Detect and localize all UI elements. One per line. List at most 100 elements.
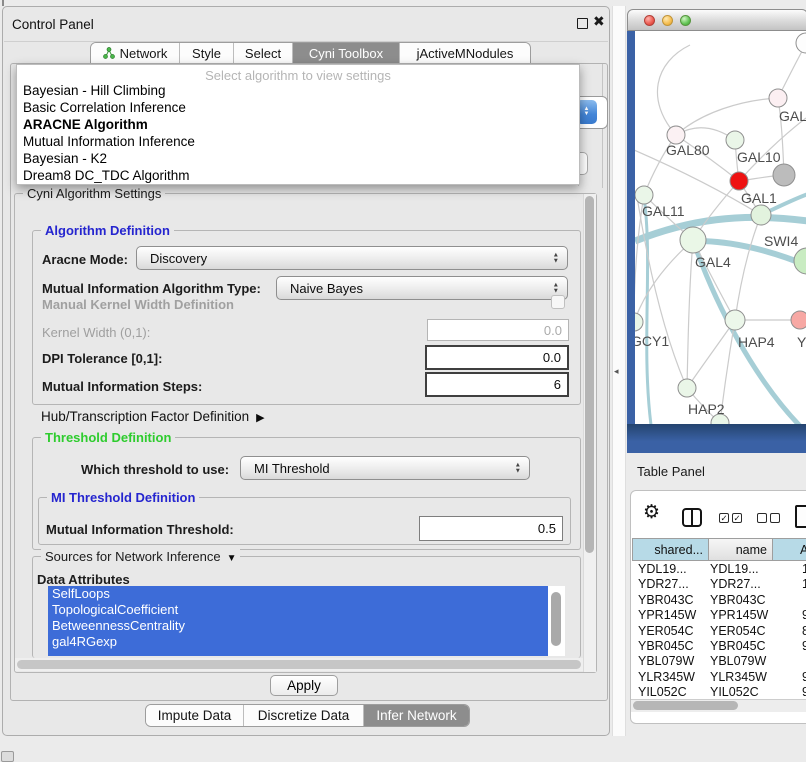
table-cell[interactable]: YLR345W bbox=[707, 670, 785, 685]
table-row[interactable]: YPR145WYPR145W9. bbox=[632, 608, 806, 623]
tab-network[interactable]: Network bbox=[91, 43, 179, 63]
attribute-item-betweennesscentrality[interactable]: BetweennessCentrality bbox=[48, 618, 548, 634]
network-edge[interactable] bbox=[687, 240, 693, 388]
table-cell[interactable]: 9. bbox=[785, 608, 806, 623]
settings-hscrollbar-thumb[interactable] bbox=[17, 660, 581, 669]
zoom-window-icon[interactable] bbox=[680, 15, 691, 26]
network-edge[interactable] bbox=[636, 190, 687, 388]
unselect-all-checks-icon[interactable] bbox=[757, 513, 780, 523]
aracne-mode-select[interactable]: Discovery ▲▼ bbox=[136, 246, 568, 270]
table-row[interactable]: YLR345WYLR345W9. bbox=[632, 670, 806, 685]
divider-grip-icon[interactable]: ◂ bbox=[614, 366, 619, 377]
table-hscrollbar-thumb[interactable] bbox=[633, 701, 738, 710]
network-node[interactable] bbox=[726, 131, 744, 149]
table-cell[interactable] bbox=[785, 654, 802, 669]
network-node[interactable] bbox=[680, 227, 706, 253]
attribute-item-topologicalcoefficient[interactable]: TopologicalCoefficient bbox=[48, 602, 548, 618]
column-header-name[interactable]: name bbox=[709, 538, 773, 561]
settings-scrollbar-thumb[interactable] bbox=[585, 196, 594, 553]
mi-type-select[interactable]: Naive Bayes ▲▼ bbox=[276, 276, 568, 300]
minimize-window-icon[interactable] bbox=[662, 15, 673, 26]
network-edge[interactable] bbox=[693, 240, 735, 320]
table-cell[interactable]: YDR27... bbox=[632, 577, 707, 592]
network-node[interactable] bbox=[635, 313, 643, 331]
table-row[interactable]: YER054CYER054C8. bbox=[632, 624, 806, 639]
tab-cyni-toolbox[interactable]: Cyni Toolbox bbox=[292, 43, 399, 63]
algorithm-option-dream8-dc-tdc-algorithm[interactable]: Dream8 DC_TDC Algorithm bbox=[17, 167, 579, 184]
corner-button[interactable] bbox=[1, 751, 14, 762]
tab-impute-data[interactable]: Impute Data bbox=[146, 705, 243, 726]
table-cell[interactable]: 8. bbox=[785, 624, 806, 639]
which-threshold-select[interactable]: MI Threshold ▲▼ bbox=[240, 456, 530, 480]
table-cell[interactable]: 9. bbox=[785, 670, 806, 685]
float-panel-icon[interactable] bbox=[577, 18, 588, 29]
tab-style[interactable]: Style bbox=[179, 43, 233, 63]
dpi-tolerance-field[interactable]: 0.0 bbox=[425, 345, 569, 370]
select-all-checks-icon[interactable]: ✓ ✓ bbox=[719, 513, 742, 523]
table-cell[interactable]: YBR043C bbox=[707, 593, 785, 608]
network-edge[interactable] bbox=[687, 320, 735, 388]
close-window-icon[interactable] bbox=[644, 15, 655, 26]
algorithm-option-mutual-information-inference[interactable]: Mutual Information Inference bbox=[17, 133, 579, 150]
document-icon[interactable] bbox=[795, 505, 806, 528]
table-cell[interactable]: 12 bbox=[785, 577, 806, 592]
tab-jactivemnodules[interactable]: jActiveMNodules bbox=[399, 43, 530, 63]
table-cell[interactable]: 13 bbox=[785, 562, 806, 577]
network-node[interactable] bbox=[791, 311, 806, 329]
network-edge[interactable] bbox=[735, 215, 761, 320]
network-window-titlebar[interactable] bbox=[627, 9, 806, 31]
algorithm-option-basic-correlation-inference[interactable]: Basic Correlation Inference bbox=[17, 99, 579, 116]
network-node[interactable] bbox=[730, 172, 748, 190]
table-row[interactable]: YDL19...YDL19...13 bbox=[632, 562, 806, 577]
mi-steps-field[interactable]: 6 bbox=[425, 372, 569, 397]
table-cell[interactable]: YER054C bbox=[707, 624, 785, 639]
algorithm-option-bayesian-hill-climbing[interactable]: Bayesian - Hill Climbing bbox=[17, 82, 579, 99]
table-row[interactable]: YBR045CYBR045C9. bbox=[632, 639, 806, 654]
table-cell[interactable]: 9. bbox=[785, 639, 806, 654]
network-node[interactable] bbox=[769, 89, 787, 107]
manual-kernel-checkbox[interactable] bbox=[551, 295, 565, 309]
table-cell[interactable] bbox=[785, 593, 802, 608]
column-header-a[interactable]: A bbox=[773, 538, 806, 561]
split-columns-icon[interactable] bbox=[682, 508, 702, 527]
network-node[interactable] bbox=[751, 205, 771, 225]
table-row[interactable]: YBL079WYBL079W bbox=[632, 654, 806, 669]
network-node[interactable] bbox=[678, 379, 696, 397]
list-scrollbar-thumb[interactable] bbox=[551, 592, 561, 646]
table-cell[interactable]: YBL079W bbox=[632, 654, 707, 669]
hub-definition-expander[interactable]: Hub/Transcription Factor Definition▶ bbox=[41, 409, 265, 424]
network-node[interactable] bbox=[725, 310, 745, 330]
algorithm-option-bayesian-k2[interactable]: Bayesian - K2 bbox=[17, 150, 579, 167]
algorithm-option-aracne-algorithm[interactable]: ARACNE Algorithm bbox=[17, 116, 579, 133]
table-cell[interactable]: YPR145W bbox=[632, 608, 707, 623]
close-panel-icon[interactable]: ✖ bbox=[593, 13, 605, 30]
tab-discretize-data[interactable]: Discretize Data bbox=[243, 705, 363, 726]
table-row[interactable]: YBR043CYBR043C bbox=[632, 593, 806, 608]
apply-button[interactable]: Apply bbox=[270, 675, 338, 696]
table-cell[interactable]: YDL19... bbox=[707, 562, 785, 577]
network-node[interactable] bbox=[635, 186, 653, 204]
network-node[interactable] bbox=[796, 33, 806, 53]
network-node[interactable] bbox=[794, 248, 806, 274]
table-cell[interactable]: YDL19... bbox=[632, 562, 707, 577]
table-cell[interactable]: YDR27... bbox=[707, 577, 785, 592]
network-canvas[interactable]: GALGAL80GAL10GAL1GAL11SWI4GAL4GCY1HAP4YH… bbox=[635, 31, 806, 424]
network-edge[interactable] bbox=[635, 240, 693, 322]
tab-infer-network[interactable]: Infer Network bbox=[363, 705, 469, 726]
table-cell[interactable]: YLR345W bbox=[632, 670, 707, 685]
gear-icon[interactable]: ⚙ bbox=[643, 503, 660, 522]
table-cell[interactable]: YBR045C bbox=[632, 639, 707, 654]
tab-select[interactable]: Select bbox=[233, 43, 292, 63]
mi-threshold-field[interactable]: 0.5 bbox=[419, 516, 563, 541]
table-row[interactable]: YDR27...YDR27...12 bbox=[632, 577, 806, 592]
table-cell[interactable]: YBR045C bbox=[707, 639, 785, 654]
attribute-item-gal4rgexp[interactable]: gal4RGexp bbox=[48, 634, 548, 650]
network-edge[interactable] bbox=[644, 197, 651, 424]
table-cell[interactable]: YBR043C bbox=[632, 593, 707, 608]
network-node[interactable] bbox=[773, 164, 795, 186]
network-edge[interactable] bbox=[676, 98, 778, 135]
column-header-shared[interactable]: shared... bbox=[632, 538, 709, 561]
data-attributes-list[interactable]: SelfLoopsTopologicalCoefficientBetweenne… bbox=[48, 586, 565, 656]
attribute-item-partial[interactable] bbox=[48, 650, 548, 656]
table-cell[interactable]: YER054C bbox=[632, 624, 707, 639]
